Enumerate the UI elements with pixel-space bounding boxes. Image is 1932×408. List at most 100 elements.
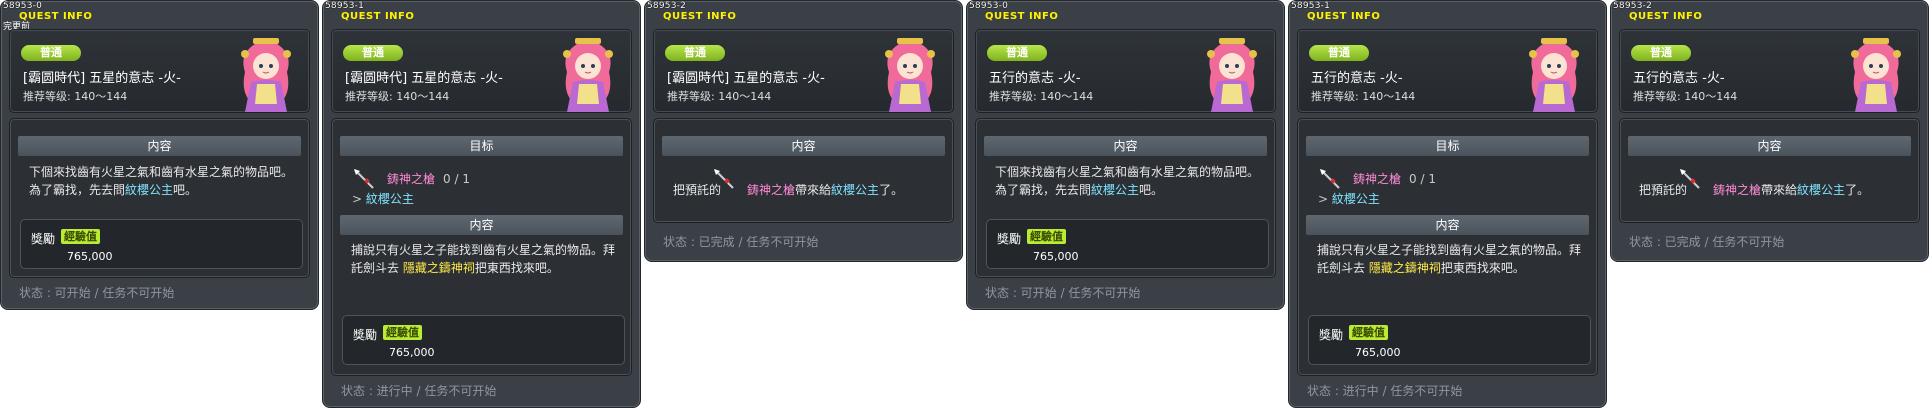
grade-badge: 普通 xyxy=(665,45,725,61)
reward-amount: 765,000 xyxy=(67,250,113,263)
npc-link[interactable]: 紋櫻公主 xyxy=(125,183,173,197)
content-line-2: 託劍斗去 隱藏之鑄神祠把東西找來吧。 xyxy=(1317,261,1525,275)
quest-header: 普通 [霸圆時代] 五星的意志 -火- 推荐等级: 140～144 xyxy=(653,29,954,113)
quest-name: 五行的意志 -火- xyxy=(1633,71,1725,86)
window-title: QUEST INFO xyxy=(341,11,415,22)
content-header: 内容 xyxy=(1628,136,1911,156)
grade-badge: 普通 xyxy=(21,45,81,61)
grade-badge: 普通 xyxy=(1309,45,1369,61)
grade-badge: 普通 xyxy=(343,45,403,61)
quest-status: 状态 : 进行中 / 任务不可开始 xyxy=(341,384,497,398)
grade-badge: 普通 xyxy=(987,45,1047,61)
window-title: QUEST INFO xyxy=(1629,11,1703,22)
goal-count: 0 / 1 xyxy=(1409,172,1436,186)
reward-label: 獎勵 xyxy=(997,232,1022,246)
reward-box: 獎勵 經驗值 765,000 xyxy=(986,219,1269,269)
quest-level: 推荐等级: 140～144 xyxy=(1633,90,1738,103)
content-line-1: 下個來找齒有火星之氣和齒有水星之氣的物品吧。 xyxy=(995,165,1260,179)
quest-info-window: 58953-2 QUEST INFO 普通 [霸圆時代] 五星的意志 -火- 推… xyxy=(644,0,963,262)
quest-name: [霸圆時代] 五星的意志 -火- xyxy=(667,71,825,86)
place-link[interactable]: 隱藏之鑄神祠 xyxy=(1369,261,1441,275)
content-line-2: 託劍斗去 隱藏之鑄神祠把東西找來吧。 xyxy=(351,261,559,275)
deliver-line: 把預託的 鋳神之槍帶來給紋櫻公主了。 xyxy=(1639,183,1870,197)
goal-item: 鋳神之槍 0 / 1 xyxy=(1353,172,1436,186)
quest-id: 58953-1 xyxy=(325,1,365,11)
quest-body: 内容 把預託的 鋳神之槍帶來給紋櫻公主了。 xyxy=(1619,118,1920,223)
quest-name: 五行的意志 -火- xyxy=(989,71,1081,86)
quest-info-window: 58953-0 QUEST INFO 完更前 普通 [霸圆時代] 五星的意志 -… xyxy=(0,0,319,310)
window-title: QUEST INFO xyxy=(663,11,737,22)
deliver-line: 把預託的 鋳神之槍帶來給紋櫻公主了。 xyxy=(673,183,904,197)
content-line-2: 為了霸找，先去問紋櫻公主吧。 xyxy=(995,183,1164,197)
reward-box: 獎勵 經驗值 765,000 xyxy=(342,315,625,365)
quest-id: 58953-2 xyxy=(647,1,687,11)
window-title: QUEST INFO xyxy=(985,11,1059,22)
quest-header: 普通 [霸圆時代] 五星的意志 -火- 推荐等级: 140～144 xyxy=(9,29,310,113)
quest-id: 58953-2 xyxy=(1613,1,1653,11)
princess-portrait-icon xyxy=(563,38,613,112)
exp-badge: 經驗值 xyxy=(383,325,422,340)
quest-status: 状态 : 已完成 / 任务不可开始 xyxy=(1629,235,1785,249)
goal-header: 目标 xyxy=(340,136,623,156)
npc-link[interactable]: 紋櫻公主 xyxy=(831,183,879,197)
quest-level: 推荐等级: 140～144 xyxy=(23,90,128,103)
reward-amount: 765,000 xyxy=(389,346,435,359)
quest-level: 推荐等级: 140～144 xyxy=(667,90,772,103)
quest-level: 推荐等级: 140～144 xyxy=(345,90,450,103)
spear-icon xyxy=(354,169,374,189)
reward-box: 獎勵 經驗值 765,000 xyxy=(1308,315,1591,365)
content-header: 内容 xyxy=(18,136,301,156)
npc-link: 紋櫻公主 xyxy=(365,192,414,206)
reward-amount: 765,000 xyxy=(1033,250,1079,263)
content-header: 内容 xyxy=(1306,215,1589,235)
npc-link[interactable]: 紋櫻公主 xyxy=(1091,183,1139,197)
exp-badge: 經驗值 xyxy=(1349,325,1388,340)
goal-header: 目标 xyxy=(1306,136,1589,156)
reward-label: 獎勵 xyxy=(353,328,378,342)
reward-amount: 765,000 xyxy=(1355,346,1401,359)
quest-name: [霸圆時代] 五星的意志 -火- xyxy=(23,71,181,86)
content-line-1: 下個來找齒有火星之氣和齒有水星之氣的物品吧。 xyxy=(29,165,294,179)
princess-portrait-icon xyxy=(1529,38,1579,112)
npc-link[interactable]: 紋櫻公主 xyxy=(1797,183,1845,197)
princess-portrait-icon xyxy=(1207,38,1257,112)
quest-id: 58953-1 xyxy=(1291,1,1331,11)
content-line-1: 捕說只有火星之子能找到齒有火星之氣的物品。拜 xyxy=(351,243,616,257)
content-header: 内容 xyxy=(984,136,1267,156)
quest-body: 目标 鋳神之槍 0 / 1 > 紋櫻公主 内容 捕說只有火星之子能找到齒有火星之氣… xyxy=(331,118,632,376)
reward-label: 獎勵 xyxy=(1319,328,1344,342)
quest-name: [霸圆時代] 五星的意志 -火- xyxy=(345,71,503,86)
quest-level: 推荐等级: 140～144 xyxy=(1311,90,1416,103)
quest-id: 58953-0 xyxy=(969,1,1009,11)
exp-badge: 經驗值 xyxy=(61,229,100,244)
quest-header: 普通 五行的意志 -火- 推荐等级: 140～144 xyxy=(975,29,1276,113)
window-title: QUEST INFO xyxy=(1307,11,1381,22)
quest-name: 五行的意志 -火- xyxy=(1311,71,1403,86)
item-link[interactable]: 鋳神之槍 xyxy=(747,183,795,197)
quest-info-window: 58953-0 QUEST INFO 普通 五行的意志 -火- 推荐等级: 14… xyxy=(966,0,1285,310)
content-line-2: 為了霸找，先去問紋櫻公主吧。 xyxy=(29,183,198,197)
quest-body: 内容 下個來找齒有火星之氣和齒有水星之氣的物品吧。 為了霸找，先去問紋櫻公主吧。… xyxy=(975,118,1276,278)
quest-status: 状态 : 可开始 / 任务不可开始 xyxy=(985,286,1141,300)
quest-status: 状态 : 进行中 / 任务不可开始 xyxy=(1307,384,1463,398)
item-link[interactable]: 鋳神之槍 xyxy=(1713,183,1761,197)
content-header: 内容 xyxy=(340,215,623,235)
reward-label: 獎勵 xyxy=(31,232,56,246)
quest-level: 推荐等级: 140～144 xyxy=(989,90,1094,103)
grade-badge: 普通 xyxy=(1631,45,1691,61)
quest-body: 内容 下個來找齒有火星之氣和齒有水星之氣的物品吧。 為了霸找，先去問紋櫻公主吧。… xyxy=(9,118,310,278)
princess-portrait-icon xyxy=(885,38,935,112)
goal-npc-row[interactable]: > 紋櫻公主 xyxy=(352,191,414,207)
quest-status: 状态 : 可开始 / 任务不可开始 xyxy=(19,286,175,300)
quest-header: 普通 五行的意志 -火- 推荐等级: 140～144 xyxy=(1619,29,1920,113)
quest-header: 普通 [霸圆時代] 五星的意志 -火- 推荐等级: 140～144 xyxy=(331,29,632,113)
npc-link: 紋櫻公主 xyxy=(1331,192,1380,206)
reward-box: 獎勵 經驗值 765,000 xyxy=(20,219,303,269)
goal-npc-row[interactable]: > 紋櫻公主 xyxy=(1318,191,1380,207)
content-line-1: 捕說只有火星之子能找到齒有火星之氣的物品。拜 xyxy=(1317,243,1582,257)
spear-icon xyxy=(1320,169,1340,189)
quest-header: 普通 五行的意志 -火- 推荐等级: 140～144 xyxy=(1297,29,1598,113)
place-link[interactable]: 隱藏之鑄神祠 xyxy=(403,261,475,275)
goal-item: 鋳神之槍 0 / 1 xyxy=(387,172,470,186)
quest-body: 目标 鋳神之槍 0 / 1 > 紋櫻公主 内容 捕說只有火星之子能找到齒有火星之氣… xyxy=(1297,118,1598,376)
